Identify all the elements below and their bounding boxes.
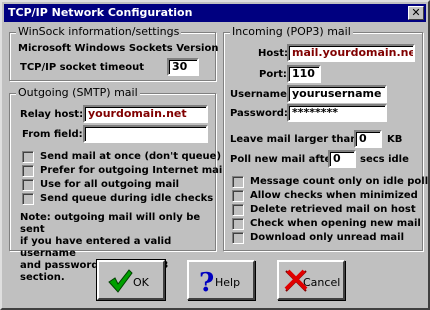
cancel-button[interactable]: Cancel [277, 260, 345, 300]
check-opening-checkbox[interactable]: Check when opening new mail [232, 218, 421, 232]
checkbox-box [22, 165, 34, 177]
checkbox-box [232, 204, 244, 216]
checkbox-box [22, 179, 34, 191]
checkbox-box [232, 232, 244, 244]
checkbox-box [232, 190, 244, 202]
pop3-group: Incoming (POP3) mail Host: mail.yourdoma… [223, 25, 428, 251]
delete-retrieved-checkbox[interactable]: Delete retrieved mail on host [232, 204, 416, 218]
download-unread-checkbox[interactable]: Download only unread mail [232, 232, 404, 246]
password-label: Password: [230, 108, 288, 119]
pop3-group-title: Incoming (POP3) mail [230, 25, 353, 38]
cancel-label: Cancel [303, 276, 341, 289]
send-at-once-label: Send mail at once (don't queue) [40, 151, 222, 162]
download-unread-label: Download only unread mail [250, 232, 404, 243]
relay-host-label: Relay host: [20, 109, 84, 120]
send-queue-idle-checkbox[interactable]: Send queue during idle checks [22, 193, 213, 207]
leave-mail-input[interactable]: 0 [354, 130, 382, 148]
help-label: Help [215, 276, 241, 289]
checkbox-box [232, 218, 244, 230]
username-label: Username: [230, 89, 291, 100]
use-all-outgoing-checkbox[interactable]: Use for all outgoing mail [22, 179, 179, 193]
port-label: Port: [259, 69, 287, 80]
message-count-checkbox[interactable]: Message count only on idle poll [232, 176, 428, 190]
winsock-group-title: WinSock information/settings [16, 25, 182, 38]
prefer-outgoing-checkbox[interactable]: Prefer for outgoing Internet mail [22, 165, 226, 179]
message-count-label: Message count only on idle poll [250, 176, 429, 187]
check-opening-label: Check when opening new mail [250, 218, 421, 229]
allow-minimized-label: Allow checks when minimized [250, 190, 418, 201]
poll-unit: secs idle [360, 154, 409, 165]
relay-host-input[interactable]: yourdomain.net [83, 105, 208, 123]
checkbox-box [22, 151, 34, 163]
from-field-input[interactable] [83, 125, 208, 143]
winsock-version-text: Microsoft Windows Sockets Version [18, 43, 219, 54]
winsock-group: WinSock information/settings Microsoft W… [9, 25, 219, 81]
svg-text:?: ? [199, 268, 214, 294]
dialog-window: TCP/IP Network Configuration ✕ WinSock i… [0, 0, 430, 310]
delete-retrieved-label: Delete retrieved mail on host [250, 204, 416, 215]
window-title: TCP/IP Network Configuration [8, 6, 193, 19]
poll-input[interactable]: 0 [328, 150, 356, 168]
close-button[interactable]: ✕ [408, 6, 424, 20]
smtp-note-line: if you have entered a valid username [20, 236, 172, 259]
smtp-group-title: Outgoing (SMTP) mail [16, 86, 140, 99]
smtp-note-line: Note: outgoing mail will only be sent [20, 212, 201, 235]
host-label: Host: [258, 48, 288, 59]
help-button[interactable]: ? Help [187, 260, 255, 300]
port-input[interactable]: 110 [287, 65, 321, 83]
socket-timeout-input[interactable]: 30 [167, 58, 199, 76]
smtp-group: Outgoing (SMTP) mail Relay host: yourdom… [9, 86, 226, 283]
checkbox-box [22, 193, 34, 205]
checkmark-icon [108, 269, 133, 293]
host-input[interactable]: mail.yourdomain.net [287, 44, 415, 62]
socket-timeout-label: TCP/IP socket timeout [20, 62, 145, 73]
title-bar[interactable]: TCP/IP Network Configuration ✕ [4, 4, 426, 22]
send-at-once-checkbox[interactable]: Send mail at once (don't queue) [22, 151, 221, 165]
leave-mail-unit: KB [387, 134, 403, 145]
use-all-outgoing-label: Use for all outgoing mail [40, 179, 180, 190]
ok-button[interactable]: OK [96, 259, 166, 301]
username-input[interactable]: yourusername [287, 85, 387, 103]
leave-mail-label: Leave mail larger than [230, 134, 358, 145]
send-queue-idle-label: Send queue during idle checks [40, 193, 214, 204]
poll-label: Poll new mail after [230, 154, 337, 165]
from-field-label: From field: [22, 129, 83, 140]
ok-label: OK [133, 276, 149, 289]
checkbox-box [232, 176, 244, 188]
allow-minimized-checkbox[interactable]: Allow checks when minimized [232, 190, 418, 204]
password-input[interactable]: ******** [287, 104, 387, 122]
prefer-outgoing-label: Prefer for outgoing Internet mail [40, 165, 226, 176]
